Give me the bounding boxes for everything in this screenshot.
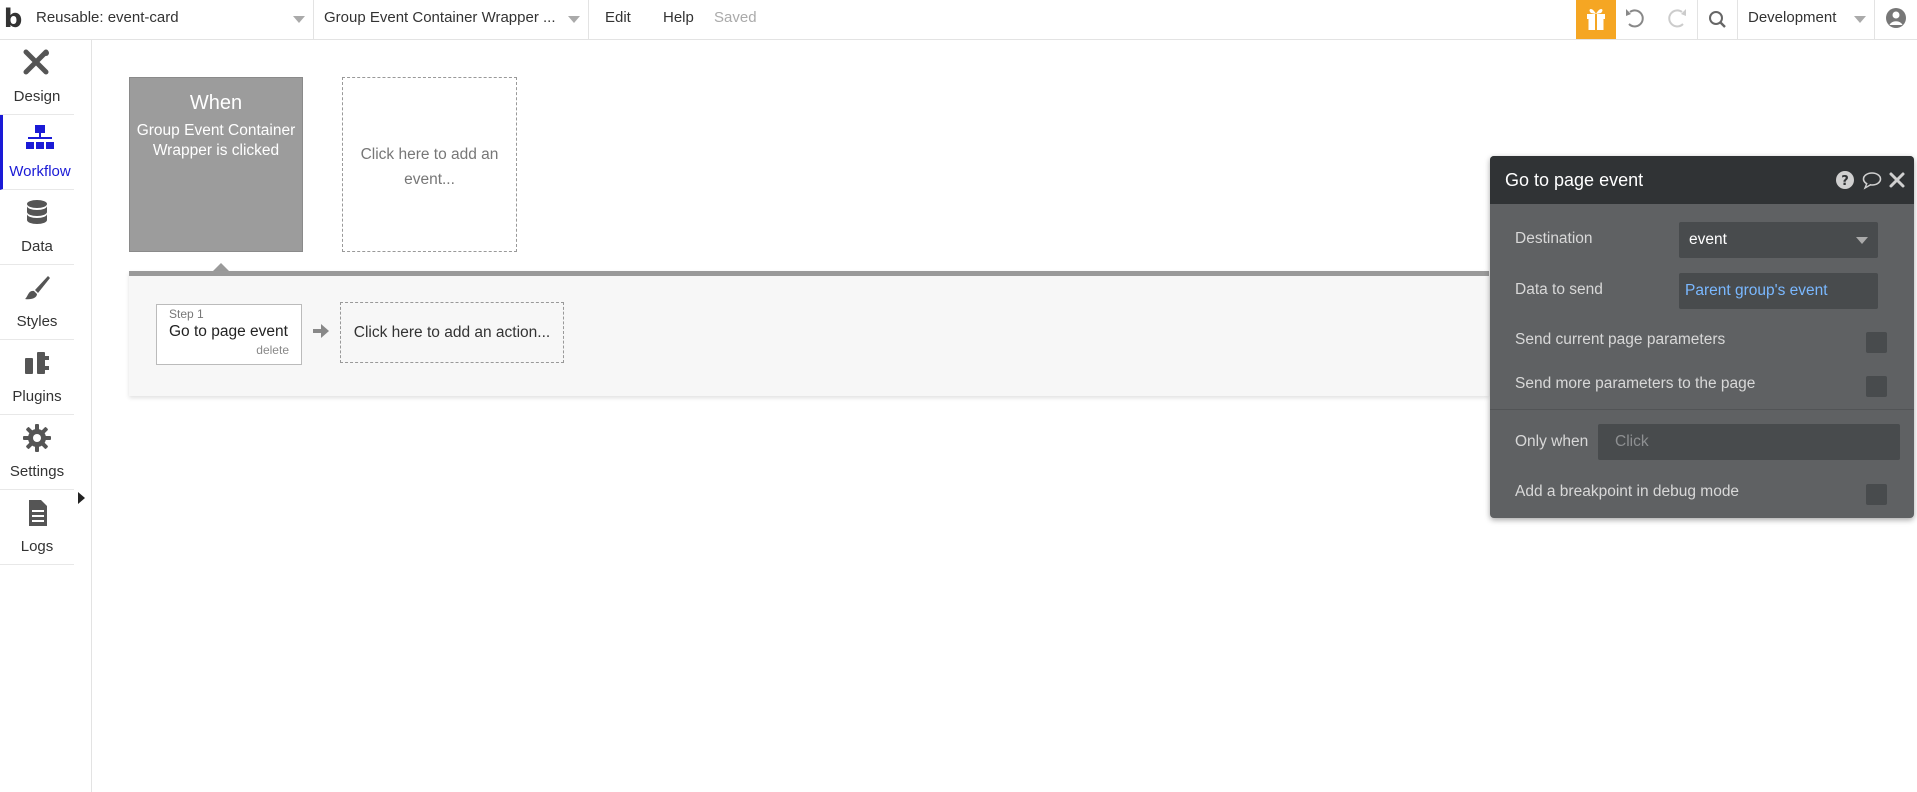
send-current-params-label: Send current page parameters [1515,331,1726,348]
arrow-right-icon [313,324,329,338]
undo-button[interactable] [1616,0,1656,39]
element-selector[interactable]: Group Event Container Wrapper ... [314,0,589,39]
event-heading: When [189,92,243,114]
step-title: Go to page event [169,323,288,340]
svg-text:?: ? [1841,174,1849,189]
chevron-down-icon [568,16,580,23]
sidebar-item-label: Workflow [9,163,71,180]
send-more-params-label: Send more parameters to the page [1515,375,1756,392]
send-more-params-checkbox[interactable] [1866,376,1887,397]
event-description: Group Event Container Wrapper is clicked [136,122,296,159]
redo-button[interactable] [1656,0,1696,39]
sidebar-item-label: Plugins [12,388,62,405]
data-to-send-label: Data to send [1515,281,1603,298]
only-when-placeholder: Click [1615,433,1649,450]
plugins-icon [25,352,49,374]
step-number: Step 1 [169,307,204,321]
menu-edit[interactable]: Edit [605,0,631,39]
element-selector-label: Group Event Container Wrapper ... [324,9,556,26]
step-card[interactable]: Step 1 Go to page event delete [156,304,302,365]
sidebar-item-settings[interactable]: Settings [0,415,74,490]
close-icon[interactable] [1887,170,1907,190]
search-button[interactable] [1697,0,1738,39]
sidebar-expander-rail [74,40,92,792]
send-current-params-checkbox[interactable] [1866,332,1887,353]
breakpoint-checkbox[interactable] [1866,484,1887,505]
page-selector[interactable]: Reusable: event-card [26,0,314,39]
help-icon[interactable]: ? [1835,170,1855,190]
add-event-button[interactable]: Click here to add an event... [342,77,517,252]
add-action-label: Click here to add an action... [353,324,551,341]
chevron-down-icon [1854,16,1866,23]
save-status: Saved [714,9,757,26]
data-to-send-value: Parent group's event [1685,282,1828,299]
chevron-down-icon [1856,237,1868,244]
left-sidebar: Design Workflow Data Styles Plugins Sett… [0,40,75,792]
gift-icon [1587,8,1605,30]
database-icon [27,200,47,224]
sidebar-item-styles[interactable]: Styles [0,265,74,340]
environment-selector[interactable]: Development [1737,0,1875,39]
destination-dropdown[interactable]: event [1679,222,1878,258]
sidebar-item-data[interactable]: Data [0,190,74,265]
chevron-down-icon [293,16,305,23]
actions-area [129,271,1489,396]
design-icon [23,49,49,75]
panel-title: Go to page event [1505,170,1644,190]
step-delete-link[interactable]: delete [256,343,289,357]
sidebar-item-label: Data [21,238,53,255]
panel-divider [1490,409,1914,410]
document-icon [29,500,47,526]
sidebar-item-workflow[interactable]: Workflow [0,115,74,190]
destination-value: event [1689,231,1727,248]
sidebar-item-label: Settings [9,463,65,480]
page-selector-label: Reusable: event-card [36,9,179,26]
add-action-button[interactable]: Click here to add an action... [340,302,564,363]
expand-arrow-icon[interactable] [78,492,85,504]
undo-icon [1626,9,1644,28]
user-icon [1886,8,1906,28]
sidebar-item-design[interactable]: Design [0,40,74,115]
sidebar-item-label: Design [13,88,61,105]
top-bar: b Reusable: event-card Group Event Conta… [0,0,1917,40]
only-when-label: Only when [1515,433,1589,450]
sidebar-item-label: Styles [16,313,58,330]
sidebar-item-plugins[interactable]: Plugins [0,340,74,415]
gear-icon [23,424,51,452]
add-event-label: Click here to add an event... [360,146,499,188]
bubble-logo[interactable]: b [0,4,26,34]
redo-icon [1668,9,1686,28]
account-button[interactable] [1876,0,1916,39]
destination-label: Destination [1515,230,1593,247]
search-icon [1709,11,1726,28]
sidebar-item-label: Logs [20,538,54,555]
only-when-field[interactable]: Click [1598,424,1900,460]
action-property-panel: Go to page event ? Destination event Dat… [1490,156,1914,518]
environment-label: Development [1748,9,1837,26]
breakpoint-label: Add a breakpoint in debug mode [1515,483,1740,500]
comment-icon[interactable] [1862,170,1882,190]
data-to-send-field[interactable]: Parent group's event [1679,273,1878,309]
event-card[interactable]: When Group Event Container Wrapper is cl… [129,77,303,252]
menu-help[interactable]: Help [663,0,694,39]
sidebar-item-logs[interactable]: Logs [0,490,74,565]
gift-button[interactable] [1576,0,1616,39]
brush-icon [25,276,50,300]
panel-header: Go to page event ? [1490,156,1914,204]
workflow-icon [26,125,54,149]
